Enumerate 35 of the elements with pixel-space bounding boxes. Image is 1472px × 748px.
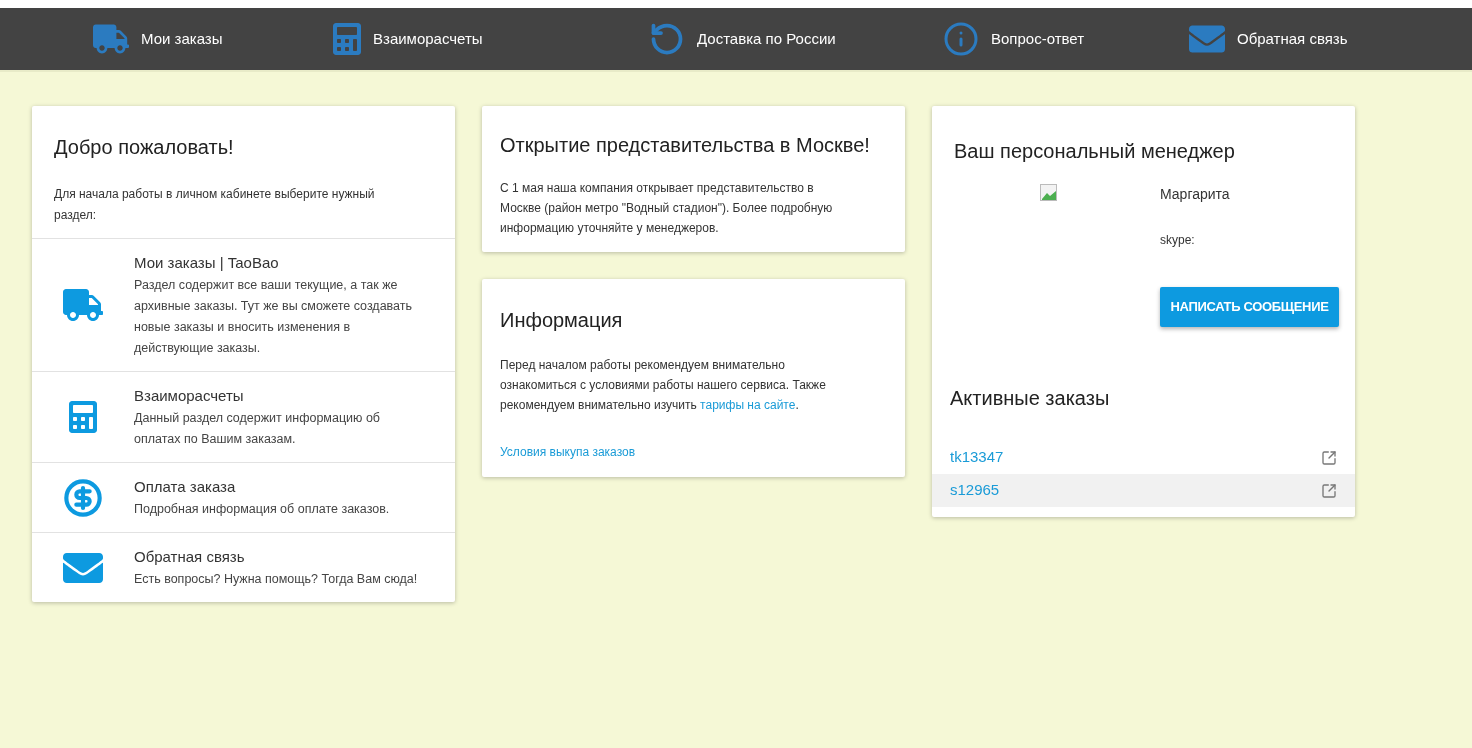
section-item[interactable]: Обратная связь Есть вопросы? Нужна помощь? Тогда Вам сюда! <box>32 532 455 602</box>
nav-link[interactable]: Вопрос-ответ <box>943 21 1189 57</box>
section-description: Раздел содержит все ваши текущие, а так же архивные заказы. Тут же вы сможете создавать новые заказы и вносить изменения в действующие заказы. <box>134 277 413 357</box>
card-title: Ваш персональный менеджер <box>953 139 1236 164</box>
calculator-icon <box>69 399 97 435</box>
section-title: Активные заказы <box>949 386 1111 411</box>
nav-link[interactable]: Доставка по России <box>649 21 943 57</box>
card-title: Информация <box>500 308 624 333</box>
card-text: С 1 мая наша компания открывает представительство в Москве (район метро "Водный стадион"). Более подробную информацию уточняйте у менеджеров. <box>500 180 834 237</box>
section-description: Данный раздел содержит информацию об оплатах по Вашим заказам. <box>134 410 381 448</box>
external-link-icon[interactable] <box>1321 482 1337 499</box>
section-description: Есть вопросы? Нужна помощь? Тогда Вам сюда! <box>134 571 418 588</box>
rotate-icon <box>649 21 685 57</box>
nav-link[interactable]: Мои заказы <box>93 21 333 57</box>
card-title: Открытие представительства в Москве! <box>500 133 871 158</box>
broken-image-icon <box>1040 184 1058 202</box>
external-link-icon[interactable] <box>1321 449 1337 466</box>
section-description: Подробная информация об оплате заказов. <box>134 501 390 518</box>
section-title: Оплата заказа <box>134 477 237 497</box>
section-title: Обратная связь <box>134 547 246 567</box>
card-intro: Для начала работы в личном кабинете выберите нужный раздел: <box>54 186 376 224</box>
card-text: Перед началом работы рекомендуем внимательно ознакомиться с условиями работы нашего сервиса. Также рекомендуем внимательно изучить тарифы на сайте. <box>500 357 827 414</box>
section-title: Мои заказы | TaoBao <box>134 253 280 273</box>
dollar-icon <box>63 477 103 518</box>
skype-label: skype: <box>1160 232 1196 249</box>
nav-link[interactable]: Взаиморасчеты <box>333 23 649 55</box>
card-title: Добро пожаловать! <box>54 135 235 160</box>
info-icon <box>943 21 979 57</box>
calculator-icon <box>333 23 361 55</box>
section-item[interactable]: Оплата заказа Подробная информация об оплате заказов. <box>32 462 455 532</box>
nav-link[interactable]: Обратная связь <box>1189 21 1389 57</box>
section-title: Взаиморасчеты <box>134 386 245 406</box>
section-item[interactable]: Мои заказы | TaoBao Раздел содержит все ваши текущие, а так же архивные заказы. Тут же вы сможете создавать новые заказы и вносить изменения в действующие заказы. <box>32 238 455 371</box>
manager-name: Маргарита <box>1160 185 1231 204</box>
section-item[interactable]: Взаиморасчеты Данный раздел содержит информацию об оплатах по Вашим заказам. <box>32 371 455 462</box>
